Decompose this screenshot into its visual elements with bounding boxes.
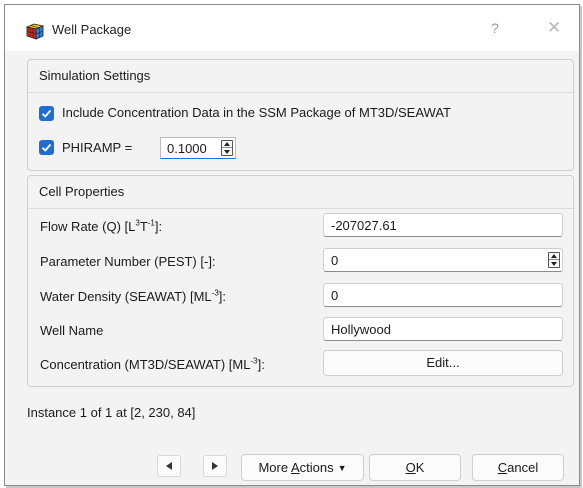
phiramp-label[interactable]: PHIRAMP = [62,140,132,155]
group-divider [28,92,573,93]
well-name-label: Well Name [40,323,104,338]
include-concentration-checkbox[interactable] [39,106,54,121]
well-name-input[interactable]: Hollywood [323,317,563,341]
water-density-input[interactable]: 0 [323,283,563,307]
concentration-edit-button[interactable]: Edit... [323,350,563,376]
well-name-value: Hollywood [331,322,391,337]
parameter-number-label: Parameter Number (PEST) [-]: [40,254,216,269]
window-title: Well Package [52,22,132,37]
ok-button[interactable]: OK [369,454,461,481]
spin-down-icon[interactable] [222,148,232,155]
title-bar: Well Package ? ✕ [5,5,579,51]
well-package-dialog: Well Package ? ✕ Simulation Settings Inc… [4,4,580,486]
spin-up-icon[interactable] [222,141,232,148]
app-cube-icon [25,22,45,40]
flow-rate-input[interactable]: -207027.61 [323,213,563,237]
concentration-label: Concentration (MT3D/SEAWAT) [ML-3]: [40,356,265,372]
ok-label-rest: K [415,460,425,475]
parameter-number-value: 0 [331,253,339,268]
cancel-button[interactable]: Cancel [472,454,564,481]
flow-rate-value: -207027.61 [331,218,397,233]
previous-instance-button[interactable] [157,455,181,477]
ok-accel: O [405,460,416,475]
water-density-value: 0 [331,288,339,303]
triangle-left-icon [166,462,172,470]
water-density-label: Water Density (SEAWAT) [ML-3]: [40,288,227,304]
simulation-settings-title: Simulation Settings [39,68,151,83]
flow-rate-label: Flow Rate (Q) [L3T-1]: [40,218,163,234]
caret-down-icon: ▼ [337,463,347,473]
instance-status: Instance 1 of 1 at [2, 230, 84] [27,405,196,420]
include-concentration-label[interactable]: Include Concentration Data in the SSM Pa… [62,105,451,120]
simulation-settings-group: Simulation Settings Include Concentratio… [27,59,574,171]
spin-up-icon[interactable] [549,253,559,260]
checkmark-icon [41,109,52,118]
more-actions-label-prefix: More [258,460,291,475]
parameter-number-stepper[interactable] [548,252,560,268]
parameter-number-input[interactable]: 0 [323,248,563,272]
triangle-right-icon [212,462,218,470]
phiramp-checkbox[interactable] [39,140,54,155]
checkmark-icon [41,143,52,152]
more-actions-button[interactable]: More Actions ▼ [241,454,364,481]
close-button[interactable]: ✕ [547,18,561,38]
spin-down-icon[interactable] [549,260,559,267]
more-actions-label-suffix: ctions [299,460,334,475]
cancel-accel: C [497,460,508,475]
cancel-label-rest: ancel [507,460,539,475]
phiramp-value: 0.1000 [167,141,207,156]
cell-properties-title: Cell Properties [39,184,125,199]
help-button[interactable]: ? [491,20,499,36]
phiramp-spinbox[interactable]: 0.1000 [160,137,236,159]
group-divider [28,208,573,209]
phiramp-stepper[interactable] [221,140,233,156]
next-instance-button[interactable] [203,455,227,477]
more-actions-accel: A [290,460,300,475]
